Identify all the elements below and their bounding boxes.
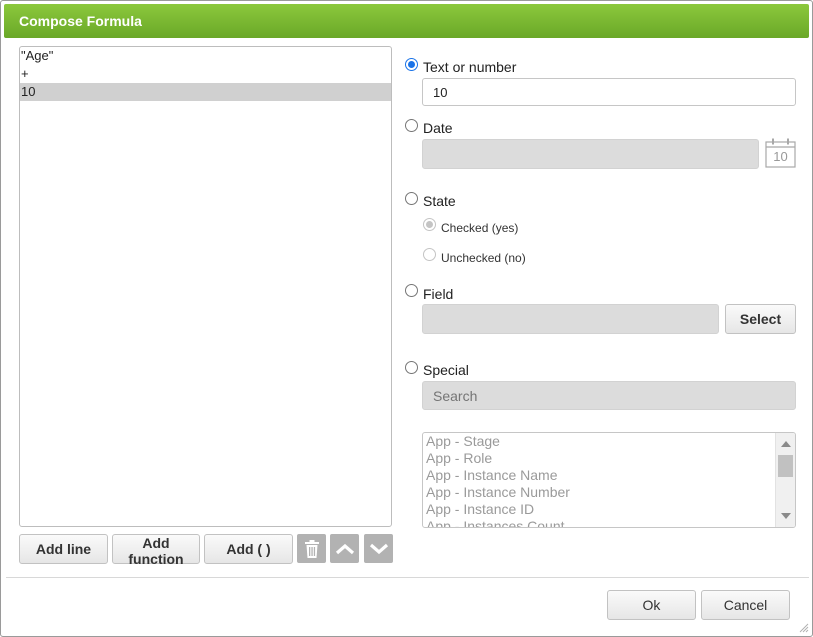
- ok-button[interactable]: Ok: [607, 590, 696, 620]
- field-select-button[interactable]: Select: [725, 304, 796, 334]
- trash-icon: [304, 539, 319, 558]
- state-checked-label: Checked (yes): [441, 221, 519, 235]
- footer-divider: [6, 577, 809, 578]
- calendar-button[interactable]: 10: [765, 138, 796, 168]
- formula-line-selected[interactable]: 10: [20, 83, 391, 101]
- compose-formula-dialog: Compose Formula "Age" + 10 Add line Add …: [0, 0, 813, 637]
- special-items-list[interactable]: App - Stage App - Role App - Instance Na…: [422, 432, 796, 528]
- list-item[interactable]: App - Instance Name: [423, 467, 795, 484]
- add-line-button[interactable]: Add line: [19, 534, 108, 564]
- formula-lines-list[interactable]: "Age" + 10: [19, 46, 392, 527]
- state-unchecked-radio[interactable]: [423, 248, 436, 261]
- add-parentheses-button[interactable]: Add ( ): [204, 534, 293, 564]
- calendar-day: 10: [773, 149, 788, 164]
- add-function-button[interactable]: Add function: [112, 534, 200, 567]
- list-item[interactable]: App - Instance Number: [423, 484, 795, 501]
- text-or-number-input[interactable]: [422, 78, 796, 106]
- list-item[interactable]: App - Role: [423, 450, 795, 467]
- scroll-down-arrow-icon[interactable]: [781, 513, 791, 519]
- special-label: Special: [423, 362, 469, 378]
- date-input[interactable]: [422, 139, 759, 169]
- formula-line[interactable]: +: [20, 65, 391, 83]
- date-radio[interactable]: [405, 119, 418, 132]
- field-input[interactable]: [422, 304, 719, 334]
- field-radio[interactable]: [405, 284, 418, 297]
- cancel-button[interactable]: Cancel: [701, 590, 790, 620]
- field-label: Field: [423, 286, 454, 302]
- state-checked-radio[interactable]: [423, 218, 436, 231]
- move-up-button[interactable]: [330, 534, 359, 563]
- chevron-up-icon: [335, 543, 354, 554]
- text-or-number-label: Text or number: [423, 59, 517, 75]
- state-label: State: [423, 193, 456, 209]
- special-radio[interactable]: [405, 361, 418, 374]
- text-or-number-radio[interactable]: [405, 58, 418, 71]
- move-down-button[interactable]: [364, 534, 393, 563]
- list-item[interactable]: App - Instance ID: [423, 501, 795, 518]
- dialog-title: Compose Formula: [4, 4, 809, 38]
- state-unchecked-label: Unchecked (no): [441, 251, 526, 265]
- scroll-thumb[interactable]: [778, 455, 793, 477]
- special-search-input[interactable]: [422, 381, 796, 410]
- delete-line-button[interactable]: [297, 534, 326, 563]
- list-item[interactable]: App - Instances Count: [423, 518, 795, 527]
- chevron-down-icon: [369, 543, 388, 554]
- list-item[interactable]: App - Stage: [423, 433, 795, 450]
- resize-grip-icon[interactable]: [799, 623, 809, 633]
- scroll-up-arrow-icon[interactable]: [781, 441, 791, 447]
- special-list-scrollbar[interactable]: [775, 433, 795, 527]
- date-label: Date: [423, 120, 453, 136]
- formula-line[interactable]: "Age": [20, 47, 391, 65]
- state-radio[interactable]: [405, 192, 418, 205]
